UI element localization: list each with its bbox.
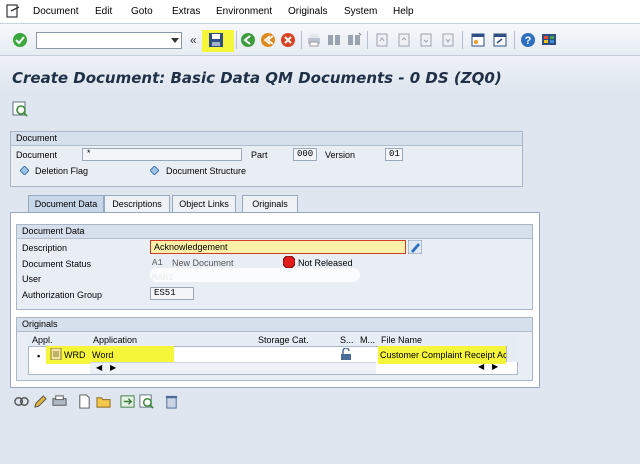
svg-text:?: ?: [525, 35, 532, 47]
scroll-right-icon[interactable]: ▶: [110, 363, 116, 372]
print-original-icon[interactable]: [52, 394, 67, 409]
word-document-icon: [50, 348, 62, 360]
menu-system[interactable]: System: [344, 6, 377, 17]
not-released-status-icon: [283, 256, 295, 268]
version-label: Version: [325, 150, 356, 160]
column-header-storage-category[interactable]: Storage Cat.: [258, 334, 309, 347]
document-structure-diamond-icon[interactable]: [150, 166, 159, 175]
document-data-frame-title: Document Data: [17, 225, 532, 239]
column-header-m[interactable]: M...: [360, 334, 375, 347]
next-page-icon[interactable]: [418, 32, 434, 48]
originals-frame-title: Originals: [17, 318, 532, 332]
edit-long-text-icon[interactable]: [408, 240, 422, 254]
exit-icon[interactable]: [260, 32, 276, 48]
edit-pencil-icon[interactable]: [33, 394, 48, 409]
scroll-left-icon[interactable]: ◀: [96, 363, 102, 372]
print-icon[interactable]: [306, 32, 322, 48]
tab-object-links[interactable]: Object Links: [172, 195, 236, 213]
save-icon[interactable]: [208, 32, 224, 48]
page-title: Create Document: Basic Data QM Documents…: [12, 69, 502, 87]
menu-bar: Document Edit Goto Extras Environment Or…: [0, 0, 640, 24]
file-name-cell[interactable]: Customer Complaint Receipt Ac: [380, 349, 506, 361]
menu-environment[interactable]: Environment: [216, 6, 272, 17]
menu-originals[interactable]: Originals: [288, 6, 327, 17]
table-vertical-scrollbar[interactable]: [506, 346, 518, 362]
layout-menu-icon[interactable]: [541, 32, 557, 48]
display-original-icon[interactable]: [139, 394, 154, 409]
find-next-icon[interactable]: [346, 32, 362, 48]
menu-edit[interactable]: Edit: [95, 6, 112, 17]
display-details-icon[interactable]: [12, 101, 28, 117]
scroll-left-icon[interactable]: ◀: [478, 362, 484, 371]
new-document-icon[interactable]: [77, 394, 92, 409]
link-icon[interactable]: [14, 394, 29, 409]
description-label: Description: [22, 243, 68, 253]
first-page-icon[interactable]: [374, 32, 390, 48]
deletion-flag-diamond-icon[interactable]: [20, 166, 29, 175]
tab-document-data[interactable]: Document Data: [28, 195, 104, 213]
find-icon[interactable]: [326, 32, 342, 48]
document-number-input[interactable]: *: [82, 148, 242, 161]
delete-trash-icon[interactable]: [164, 394, 179, 409]
redaction-smudge: [150, 268, 360, 282]
chevron-down-icon[interactable]: [171, 38, 179, 43]
menu-document[interactable]: Document: [33, 6, 79, 17]
open-folder-icon[interactable]: [96, 394, 111, 409]
help-icon[interactable]: ?: [520, 32, 536, 48]
check-in-icon[interactable]: [120, 394, 135, 409]
description-input[interactable]: Acknowledgement: [150, 240, 406, 254]
shortcut-icon[interactable]: [492, 32, 508, 48]
last-page-icon[interactable]: [440, 32, 456, 48]
appl-cell[interactable]: WRD: [64, 349, 86, 361]
horizontal-scrollbar-right[interactable]: ◀ ▶: [476, 362, 506, 374]
version-input[interactable]: 01: [385, 148, 403, 161]
scroll-right-icon[interactable]: ▶: [492, 362, 498, 371]
title-bar: Create Document: Basic Data QM Documents…: [0, 56, 640, 96]
column-header-status[interactable]: S...: [340, 334, 354, 347]
authorization-group-input[interactable]: ES51: [150, 287, 194, 300]
user-label: User: [22, 274, 42, 284]
app-menu-icon[interactable]: [6, 4, 20, 18]
cancel-icon[interactable]: [280, 32, 296, 48]
part-label: Part: [251, 150, 268, 160]
tab-originals[interactable]: Originals: [242, 195, 298, 213]
standard-toolbar: « ?: [0, 24, 640, 56]
unlock-icon[interactable]: [340, 348, 352, 360]
create-session-icon[interactable]: [470, 32, 486, 48]
document-label: Document: [16, 150, 58, 160]
document-status-label: Document Status: [22, 259, 92, 269]
document-frame-title: Document: [11, 132, 522, 146]
deletion-flag-label[interactable]: Deletion Flag: [35, 166, 88, 176]
menu-extras[interactable]: Extras: [172, 6, 200, 17]
application-cell[interactable]: Word: [92, 349, 113, 361]
previous-page-icon[interactable]: [396, 32, 412, 48]
menu-help[interactable]: Help: [393, 6, 414, 17]
command-field[interactable]: [36, 32, 182, 49]
part-input[interactable]: 000: [293, 148, 317, 161]
authorization-group-label: Authorization Group: [22, 290, 103, 300]
menu-goto[interactable]: Goto: [131, 6, 153, 17]
tab-descriptions[interactable]: Descriptions: [104, 195, 170, 213]
horizontal-scrollbar[interactable]: ◀ ▶: [90, 362, 376, 374]
back-icon[interactable]: [240, 32, 256, 48]
enter-check-icon[interactable]: [12, 32, 28, 48]
double-chevron-left-icon[interactable]: «: [190, 33, 197, 47]
document-structure-label[interactable]: Document Structure: [166, 166, 246, 176]
row-bullet: ▪: [37, 351, 41, 361]
